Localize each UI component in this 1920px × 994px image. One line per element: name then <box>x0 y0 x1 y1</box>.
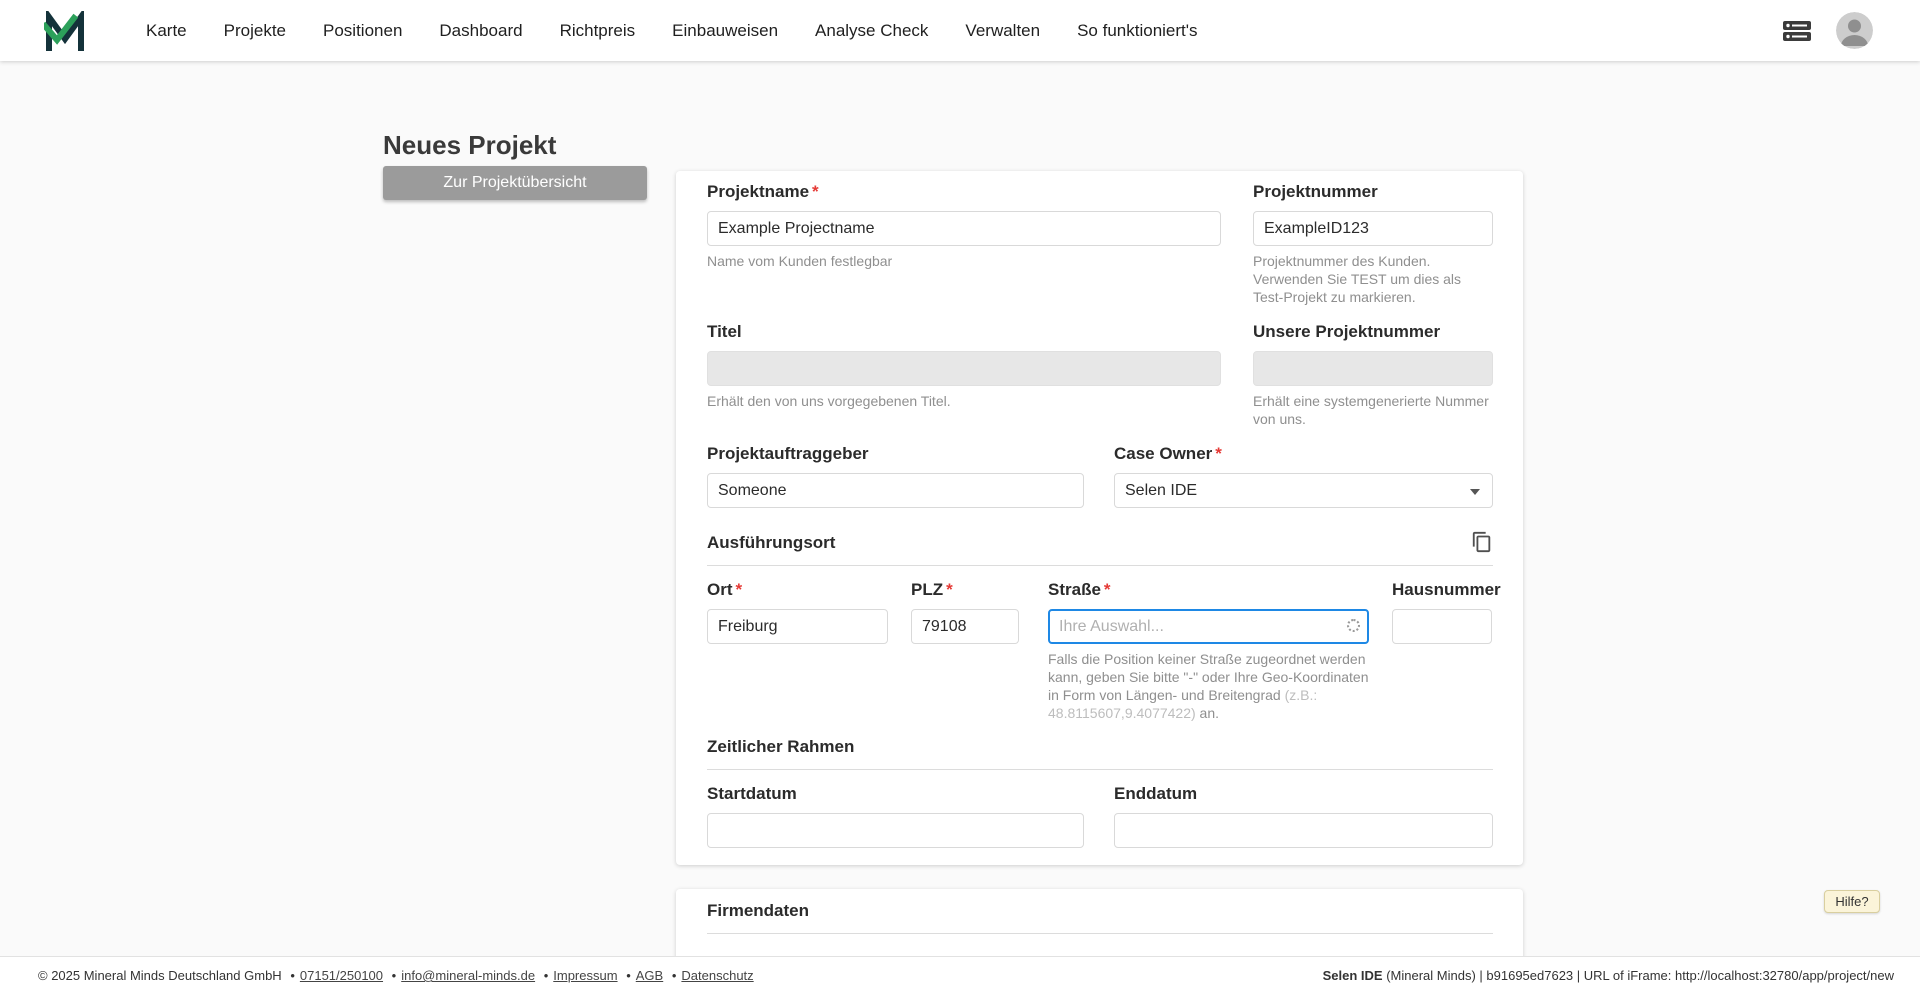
nav-item-richtpreis[interactable]: Richtpreis <box>560 21 636 41</box>
user-avatar[interactable] <box>1836 12 1873 49</box>
plz-input[interactable] <box>911 609 1019 644</box>
case-owner-label: Case Owner* <box>1114 444 1493 464</box>
strasse-helper: Falls die Position keiner Straße zugeord… <box>1048 650 1369 722</box>
nav-item-karte[interactable]: Karte <box>146 21 187 41</box>
server-icon[interactable] <box>1782 19 1812 43</box>
projektname-helper: Name vom Kunden festlegbar <box>707 252 1221 270</box>
page-title: Neues Projekt <box>383 130 556 161</box>
nav-item-einbauweisen[interactable]: Einbauweisen <box>672 21 778 41</box>
mineral-minds-logo-icon[interactable] <box>44 10 92 52</box>
ort-input[interactable] <box>707 609 888 644</box>
titel-helper: Erhält den von uns vorgegebenen Titel. <box>707 392 1221 410</box>
project-form-card: Projektname* Name vom Kunden festlegbar … <box>676 171 1523 865</box>
footer: © 2025 Mineral Minds Deutschland GmbH •0… <box>0 956 1920 994</box>
field-projektname: Projektname* Name vom Kunden festlegbar <box>707 182 1221 270</box>
titel-input <box>707 351 1221 386</box>
case-owner-select[interactable]: Selen IDE <box>1114 473 1493 508</box>
loading-spinner-icon <box>1347 619 1360 632</box>
project-overview-button[interactable]: Zur Projektübersicht <box>383 166 647 200</box>
field-ort: Ort* <box>707 580 888 644</box>
strasse-input[interactable] <box>1048 609 1369 644</box>
projektauftraggeber-input[interactable] <box>707 473 1084 508</box>
help-button[interactable]: Hilfe? <box>1824 890 1880 913</box>
footer-left: © 2025 Mineral Minds Deutschland GmbH •0… <box>38 968 754 983</box>
field-startdatum: Startdatum <box>707 784 1084 848</box>
unsere-projektnummer-helper: Erhält eine systemgenerierte Nummer von … <box>1253 392 1493 428</box>
phone-link[interactable]: 07151/250100 <box>300 968 383 983</box>
enddatum-input[interactable] <box>1114 813 1493 848</box>
email-link[interactable]: info@mineral-minds.de <box>401 968 535 983</box>
nav-item-projekte[interactable]: Projekte <box>224 21 286 41</box>
zeitlicher-rahmen-title: Zeitlicher Rahmen <box>707 737 854 757</box>
field-projektauftraggeber: Projektauftraggeber <box>707 444 1084 508</box>
section-ausfuehrungsort: Ausführungsort <box>707 531 1493 566</box>
chevron-down-icon <box>1470 489 1480 495</box>
required-asterisk: * <box>1104 580 1111 599</box>
projektname-input[interactable] <box>707 211 1221 246</box>
firmendaten-title: Firmendaten <box>707 901 809 921</box>
required-asterisk: * <box>946 580 953 599</box>
hausnummer-label: Hausnummer <box>1392 580 1492 600</box>
titel-label: Titel <box>707 322 1221 342</box>
field-strasse: Straße* Falls die Position keiner Straße… <box>1048 580 1369 722</box>
strasse-label: Straße* <box>1048 580 1369 600</box>
top-navbar: Karte Projekte Positionen Dashboard Rich… <box>0 0 1920 61</box>
nav-item-so-funktionierts[interactable]: So funktioniert's <box>1077 21 1197 41</box>
hausnummer-input[interactable] <box>1392 609 1492 644</box>
startdatum-input[interactable] <box>707 813 1084 848</box>
nav-item-analyse-check[interactable]: Analyse Check <box>815 21 928 41</box>
footer-right: Selen IDE (Mineral Minds) | b91695ed7623… <box>1323 968 1894 983</box>
ausfuehrungsort-title: Ausführungsort <box>707 533 835 553</box>
required-asterisk: * <box>812 182 819 201</box>
section-firmendaten: Firmendaten <box>707 901 1493 934</box>
startdatum-label: Startdatum <box>707 784 1084 804</box>
projektnummer-label: Projektnummer <box>1253 182 1493 202</box>
main-navigation: Karte Projekte Positionen Dashboard Rich… <box>146 21 1198 41</box>
session-user: Selen IDE <box>1323 968 1383 983</box>
unsere-projektnummer-input <box>1253 351 1493 386</box>
impressum-link[interactable]: Impressum <box>553 968 617 983</box>
field-projektnummer: Projektnummer Projektnummer des Kunden. … <box>1253 182 1493 306</box>
firmendaten-card: Firmendaten <box>676 889 1523 956</box>
field-plz: PLZ* <box>911 580 1019 644</box>
field-hausnummer: Hausnummer <box>1392 580 1492 644</box>
projektnummer-helper: Projektnummer des Kunden. Verwenden Sie … <box>1253 252 1493 306</box>
nav-item-verwalten[interactable]: Verwalten <box>965 21 1040 41</box>
page-content: Neues Projekt Zur Projektübersicht Proje… <box>0 61 1920 956</box>
required-asterisk: * <box>736 580 743 599</box>
agb-link[interactable]: AGB <box>636 968 663 983</box>
projektnummer-input[interactable] <box>1253 211 1493 246</box>
nav-item-dashboard[interactable]: Dashboard <box>439 21 522 41</box>
case-owner-value: Selen IDE <box>1125 482 1197 500</box>
section-zeitlicher-rahmen: Zeitlicher Rahmen <box>707 737 1493 770</box>
ort-label: Ort* <box>707 580 888 600</box>
datenschutz-link[interactable]: Datenschutz <box>681 968 753 983</box>
projektauftraggeber-label: Projektauftraggeber <box>707 444 1084 464</box>
enddatum-label: Enddatum <box>1114 784 1493 804</box>
projektname-label: Projektname* <box>707 182 1221 202</box>
session-info: (Mineral Minds) | b91695ed7623 | URL of … <box>1383 968 1894 983</box>
required-asterisk: * <box>1215 444 1222 463</box>
field-unsere-projektnummer: Unsere Projektnummer Erhält eine systemg… <box>1253 322 1493 428</box>
copy-button[interactable] <box>1471 531 1493 553</box>
navbar-right <box>1782 12 1920 49</box>
field-enddatum: Enddatum <box>1114 784 1493 848</box>
copyright-text: © 2025 Mineral Minds Deutschland GmbH <box>38 968 282 983</box>
unsere-projektnummer-label: Unsere Projektnummer <box>1253 322 1493 342</box>
nav-item-positionen[interactable]: Positionen <box>323 21 402 41</box>
plz-label: PLZ* <box>911 580 1019 600</box>
field-case-owner: Case Owner* Selen IDE <box>1114 444 1493 508</box>
field-titel: Titel Erhält den von uns vorgegebenen Ti… <box>707 322 1221 410</box>
